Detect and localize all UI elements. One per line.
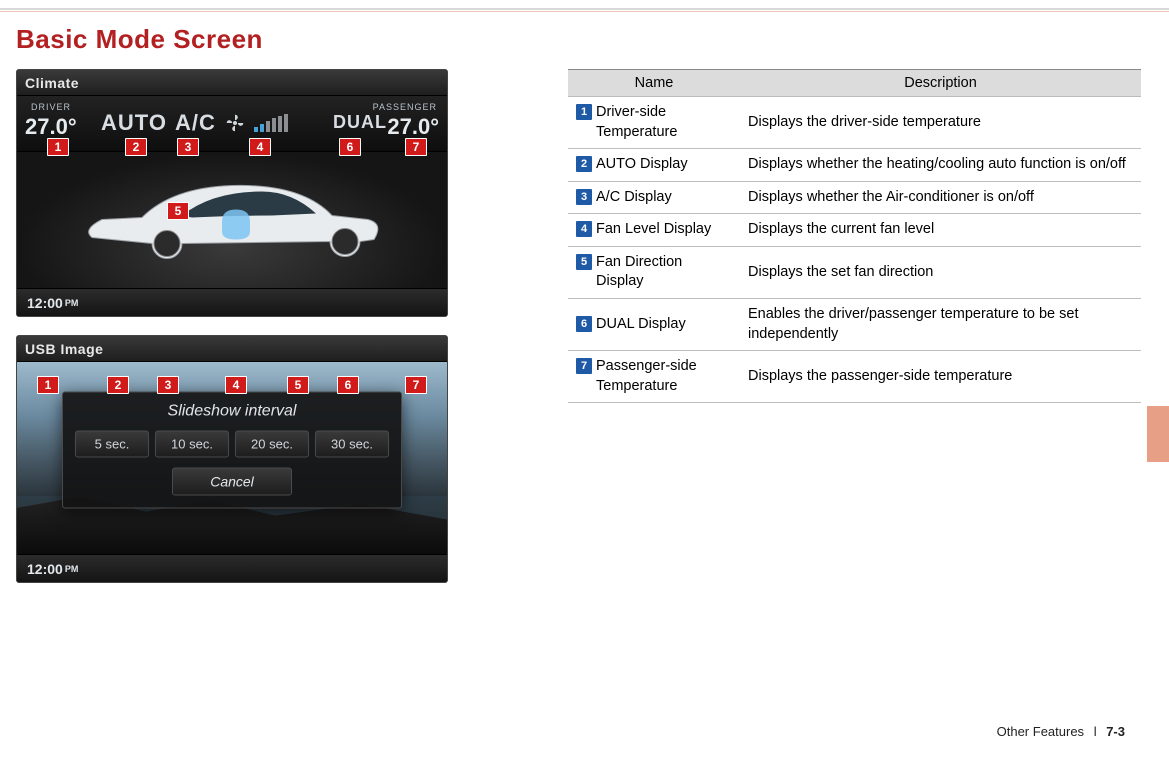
auto-indicator: AUTO [101,110,167,136]
usb-callout-4: 4 [225,376,247,394]
callout-6: 6 [339,138,361,156]
footer-section: Other Features [997,724,1084,739]
row-name-l1: Fan Level Display [596,221,711,237]
footer-page: 7-3 [1106,724,1125,739]
page-title: Basic Mode Screen [16,24,1141,55]
clock-time: 12:00 [27,561,63,577]
table-row: 2AUTO Display Displays whether the heati… [568,149,1141,182]
table-header-desc: Description [740,70,1141,97]
dual-indicator: DUAL [333,112,387,133]
usb-callout-6: 6 [337,376,359,394]
table-body: 1Driver-side Temperature Displays the dri… [568,97,1141,403]
usb-callout-1: 1 [37,376,59,394]
reference-table: Name Description 1Driver-side Temperature… [568,69,1141,403]
climate-status-bar: DRIVER PASSENGER 27.0° AUTO A/C DUAL 27.… [17,96,447,152]
table-row: 4Fan Level Display Displays the current … [568,214,1141,247]
clock-suffix: PM [65,298,79,308]
interval-option-10s[interactable]: 10 sec. [155,431,229,458]
row-desc: Displays the passenger-side temperature [740,351,1141,403]
passenger-temperature: 27.0° [387,114,439,140]
interval-options: 5 sec. 10 sec. 20 sec. 30 sec. [75,431,389,458]
two-column-layout: Climate DRIVER PASSENGER 27.0° AUTO A/C … [16,69,1141,601]
row-desc: Displays the set fan direction [740,246,1141,298]
callout-5: 5 [167,202,189,220]
row-number: 7 [576,358,592,374]
row-name-l2: Display [576,272,644,292]
interval-option-30s[interactable]: 30 sec. [315,431,389,458]
row-name-l1: Fan Direction [596,254,682,270]
row-desc: Enables the driver/passenger temperature… [740,298,1141,350]
side-tab-block [1147,406,1169,462]
row-number: 1 [576,104,592,120]
callout-3: 3 [177,138,199,156]
clock-suffix: PM [65,564,79,574]
row-number: 2 [576,156,592,172]
page-footer: Other Features l 7-3 [997,724,1125,739]
row-number: 3 [576,189,592,205]
usb-header: USB Image [17,336,447,362]
row-number: 5 [576,254,592,270]
row-number: 4 [576,221,592,237]
row-name-l2: Temperature [576,377,677,397]
right-column: Name Description 1Driver-side Temperature… [568,69,1141,403]
top-rule [0,8,1169,12]
climate-screenshot: Climate DRIVER PASSENGER 27.0° AUTO A/C … [16,69,448,317]
table-row: 3A/C Display Displays whether the Air-co… [568,181,1141,214]
callout-4: 4 [249,138,271,156]
row-name-l2: Temperature [576,123,677,143]
climate-header: Climate [17,70,447,96]
fan-level-bars [254,114,288,132]
usb-footer-clock: 12:00PM [17,554,447,582]
row-name-l1: DUAL Display [596,316,686,332]
row-desc: Displays the driver-side temperature [740,97,1141,149]
dialog-title: Slideshow interval [75,403,389,421]
row-name-l1: Passenger-side [596,358,697,374]
row-name-l1: A/C Display [596,189,672,205]
clock-time: 12:00 [27,295,63,311]
table-header-name: Name [568,70,740,97]
usb-callout-5: 5 [287,376,309,394]
interval-option-20s[interactable]: 20 sec. [235,431,309,458]
driver-label: DRIVER [31,102,71,112]
row-desc: Displays whether the heating/cooling aut… [740,149,1141,182]
driver-temperature: 27.0° [25,114,77,140]
car-illustration-area [17,152,447,288]
left-column: Climate DRIVER PASSENGER 27.0° AUTO A/C … [16,69,448,601]
usb-callout-3: 3 [157,376,179,394]
fan-icon [224,112,246,134]
row-name-l1: Driver-side [596,104,666,120]
interval-option-5s[interactable]: 5 sec. [75,431,149,458]
ac-indicator: A/C [175,110,216,136]
table-row: 6DUAL Display Enables the driver/passeng… [568,298,1141,350]
usb-callout-7: 7 [405,376,427,394]
callout-7: 7 [405,138,427,156]
table-row: 1Driver-side Temperature Displays the dri… [568,97,1141,149]
row-name-l1: AUTO Display [596,156,688,172]
row-desc: Displays whether the Air-conditioner is … [740,181,1141,214]
footer-separator: l [1094,724,1097,739]
callout-2: 2 [125,138,147,156]
car-illustration [72,160,392,270]
passenger-label: PASSENGER [373,102,437,112]
usb-callout-2: 2 [107,376,129,394]
callout-1: 1 [47,138,69,156]
usb-screenshot: USB Image Slideshow interval 5 sec. 10 s… [16,335,448,583]
cancel-button[interactable]: Cancel [172,468,292,496]
slideshow-dialog: Slideshow interval 5 sec. 10 sec. 20 sec… [62,392,402,509]
climate-mid-status: AUTO A/C [101,110,337,136]
table-row: 7Passenger-side Temperature Displays the … [568,351,1141,403]
row-desc: Displays the current fan level [740,214,1141,247]
page-content: Basic Mode Screen Climate DRIVER PASSENG… [16,24,1141,739]
climate-footer-clock: 12:00PM [17,288,447,316]
table-row: 5Fan Direction Display Displays the set f… [568,246,1141,298]
row-number: 6 [576,316,592,332]
